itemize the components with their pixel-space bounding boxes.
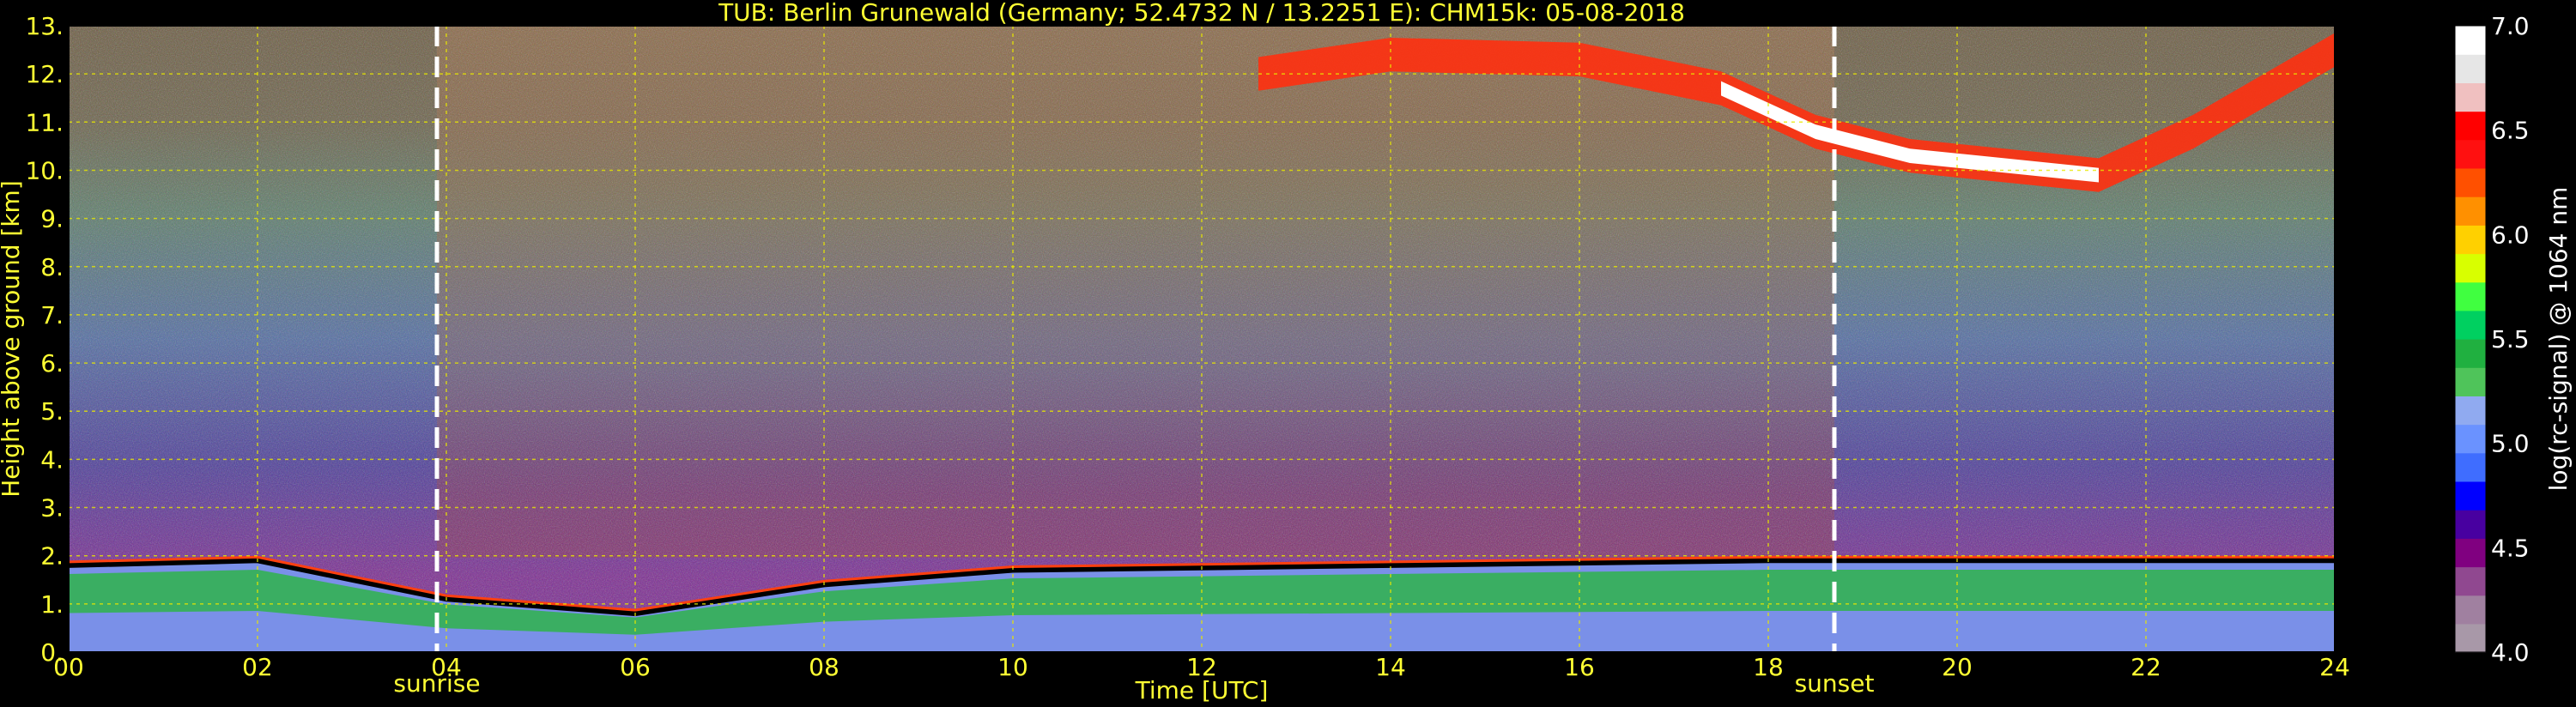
colorbar-swatch <box>2455 196 2486 226</box>
y-tick-label: 4. <box>40 445 64 474</box>
colorbar-swatches <box>2454 25 2487 653</box>
colorbar-tick-label: 4.0 <box>2491 638 2530 667</box>
x-tick-label: 08 <box>809 653 839 681</box>
colorbar-swatch <box>2455 167 2486 197</box>
x-tick-label: 24 <box>2319 653 2350 681</box>
colorbar-swatch <box>2455 566 2486 596</box>
colorbar-ticks: 4.0 4.5 5.0 5.5 6.0 6.5 7.0 <box>2491 12 2530 667</box>
y-tick-label: 11. <box>25 108 64 136</box>
colorbar-swatch <box>2455 367 2486 396</box>
y-tick-label: 1. <box>40 590 64 619</box>
colorbar: 4.0 4.5 5.0 5.5 6.0 6.5 7.0 log(rc-signal) @ 1… <box>2454 12 2573 667</box>
colorbar-tick-label: 5.0 <box>2491 430 2530 458</box>
colorbar-swatch <box>2455 424 2486 454</box>
sun-event-label: sunset <box>1795 669 1875 698</box>
colorbar-swatch <box>2455 82 2486 112</box>
x-tick-label: 18 <box>1753 653 1784 681</box>
x-tick-label: 10 <box>997 653 1028 681</box>
colorbar-swatch <box>2455 253 2486 283</box>
colorbar-swatch <box>2455 510 2486 539</box>
x-tick-label: 12 <box>1186 653 1217 681</box>
colorbar-swatch <box>2455 538 2486 568</box>
y-tick-label: 10. <box>25 156 64 184</box>
colorbar-tick-label: 6.5 <box>2491 117 2530 145</box>
sun-event-label: sunrise <box>393 669 480 698</box>
y-tick-label: 3. <box>40 494 64 523</box>
chart-title: TUB: Berlin Grunewald (Germany; 52.4732 … <box>718 0 1685 27</box>
colorbar-swatch <box>2455 26 2486 55</box>
colorbar-swatch <box>2455 225 2486 255</box>
colorbar-tick-label: 4.5 <box>2491 534 2530 562</box>
colorbar-swatch <box>2455 339 2486 368</box>
plot-area <box>69 26 2335 652</box>
colorbar-swatch <box>2455 310 2486 340</box>
colorbar-swatch <box>2455 54 2486 83</box>
y-tick-label: 0. <box>40 638 64 667</box>
y-tick-label: 13. <box>25 12 64 40</box>
colorbar-swatch <box>2455 595 2486 625</box>
y-tick-label: 5. <box>40 397 64 426</box>
colorbar-swatch <box>2455 281 2486 311</box>
x-tick-label: 16 <box>1564 653 1595 681</box>
colorbar-label: log(rc-signal) @ 1064 nm <box>2544 187 2573 492</box>
colorbar-swatch <box>2455 139 2486 169</box>
y-tick-labels: 0. 1. 2. 3. 4. 5. 6. 7. 8. 9. 10. 11. 12. 13. <box>25 12 64 667</box>
y-tick-label: 6. <box>40 349 64 378</box>
y-tick-label: 9. <box>40 205 64 233</box>
x-tick-label: 02 <box>242 653 273 681</box>
y-tick-label: 8. <box>40 253 64 281</box>
colorbar-swatch <box>2455 396 2486 426</box>
y-axis-label: Height above ground [km] <box>0 180 25 498</box>
sun-event-labels: sunrise sunset <box>393 669 1874 698</box>
colorbar-tick-label: 7.0 <box>2491 12 2530 40</box>
colorbar-swatch <box>2455 452 2486 482</box>
x-tick-label: 20 <box>1942 653 1973 681</box>
y-tick-label: 2. <box>40 542 64 571</box>
colorbar-tick-label: 5.5 <box>2491 325 2530 354</box>
colorbar-swatch <box>2455 480 2486 511</box>
x-tick-label: 22 <box>2131 653 2161 681</box>
x-tick-label: 06 <box>620 653 651 681</box>
colorbar-swatch <box>2455 111 2486 141</box>
x-tick-label: 14 <box>1375 653 1406 681</box>
colorbar-tick-label: 6.0 <box>2491 221 2530 249</box>
ceilometer-chart: TUB: Berlin Grunewald (Germany; 52.4732 … <box>0 0 2573 704</box>
colorbar-swatch <box>2455 623 2486 653</box>
y-tick-label: 12. <box>25 60 64 88</box>
y-tick-label: 7. <box>40 301 64 329</box>
